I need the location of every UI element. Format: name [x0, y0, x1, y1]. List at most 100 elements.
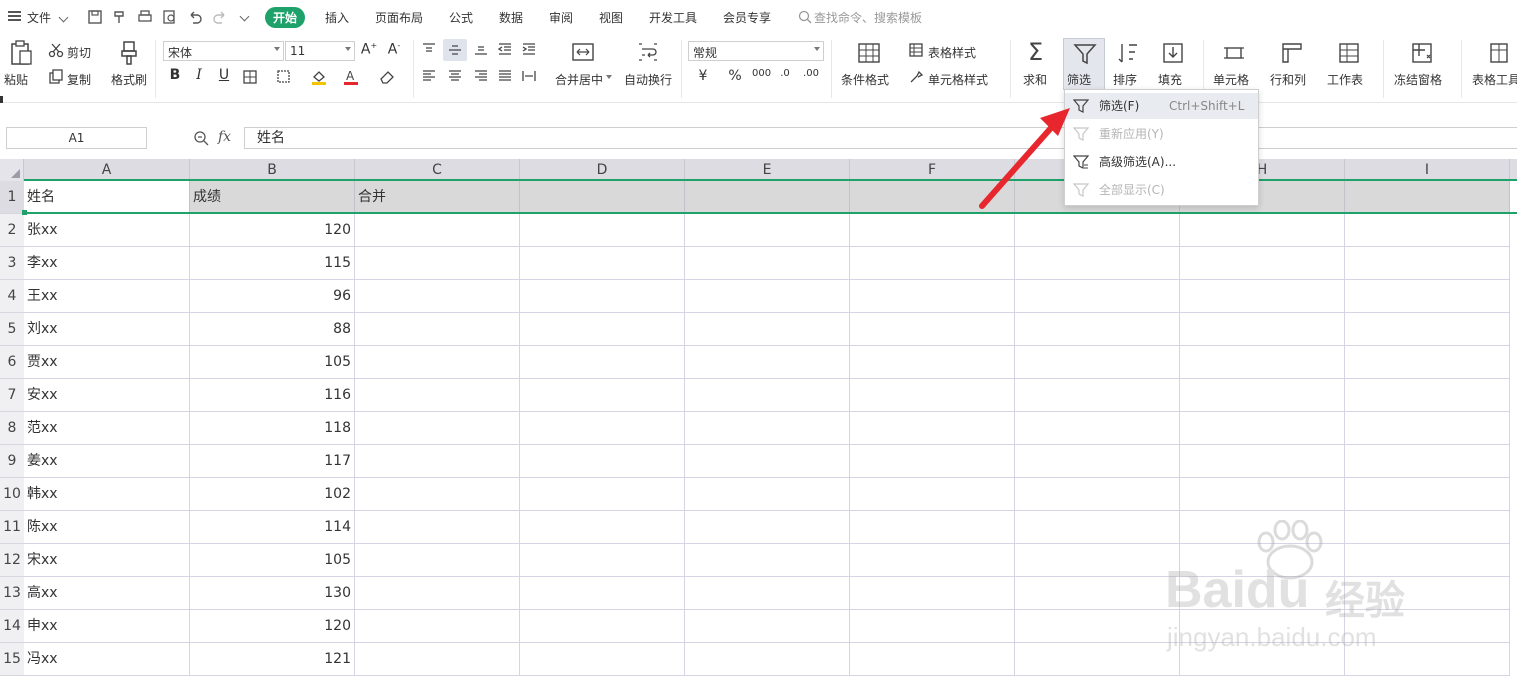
grid-cell[interactable] — [685, 610, 850, 643]
grid-cell[interactable] — [520, 280, 685, 313]
grid-cell[interactable] — [850, 181, 1015, 214]
quick-access-chevron-icon[interactable] — [239, 11, 250, 22]
row-header[interactable]: 12 — [0, 544, 24, 577]
column-header-b[interactable]: B — [190, 159, 355, 181]
increase-decimal-icon[interactable]: .0 — [776, 68, 794, 79]
grid-cell[interactable] — [850, 511, 1015, 544]
select-all-corner[interactable] — [0, 159, 24, 181]
grid-cell[interactable]: 115 — [190, 247, 355, 280]
tab-data[interactable]: 数据 — [499, 9, 523, 26]
row-header[interactable]: 2 — [0, 214, 24, 247]
grid-cell[interactable] — [520, 214, 685, 247]
sum-icon[interactable]: Σ — [1028, 38, 1043, 66]
grid-cell[interactable] — [850, 247, 1015, 280]
grid-cell[interactable]: 冯xx — [24, 643, 190, 676]
grid-cell[interactable] — [685, 280, 850, 313]
grid-cell[interactable] — [685, 313, 850, 346]
grid-cell[interactable] — [1345, 445, 1510, 478]
row-header[interactable]: 3 — [0, 247, 24, 280]
format-painter-quick-icon[interactable] — [112, 9, 128, 25]
grid-cell[interactable] — [355, 544, 520, 577]
cell-style-icon[interactable] — [908, 69, 924, 85]
grid-cell[interactable] — [1345, 379, 1510, 412]
grid-cell[interactable] — [355, 313, 520, 346]
table-tools-button[interactable]: 表格工具 — [1472, 71, 1517, 88]
grid-cell[interactable]: 姜xx — [24, 445, 190, 478]
row-header[interactable]: 13 — [0, 577, 24, 610]
grid-cell[interactable] — [355, 280, 520, 313]
grid-cell[interactable] — [1015, 577, 1180, 610]
grid-cell[interactable]: 陈xx — [24, 511, 190, 544]
grid-cell[interactable] — [1180, 346, 1345, 379]
tab-home[interactable]: 开始 — [265, 7, 306, 28]
currency-icon[interactable]: ¥ — [694, 68, 712, 84]
grid-cell[interactable] — [355, 610, 520, 643]
grid-cell[interactable] — [520, 412, 685, 445]
increase-font-icon[interactable]: A+ — [360, 41, 378, 58]
grid-cell[interactable] — [355, 577, 520, 610]
chevron-down-icon[interactable] — [58, 12, 69, 23]
tab-formulas[interactable]: 公式 — [449, 9, 473, 26]
command-search-input[interactable]: 查找命令、搜索模板 — [814, 9, 922, 26]
grid-cell[interactable] — [685, 544, 850, 577]
menu-item-filter[interactable]: 筛选(F) Ctrl+Shift+L — [1065, 93, 1258, 119]
merge-center-icon[interactable] — [571, 41, 595, 63]
format-painter-button[interactable]: 格式刷 — [111, 71, 147, 88]
row-header[interactable]: 6 — [0, 346, 24, 379]
grid-cell[interactable] — [1015, 379, 1180, 412]
grid-cell[interactable]: 130 — [190, 577, 355, 610]
column-header-a[interactable]: A — [24, 159, 190, 181]
grid-cell[interactable] — [850, 313, 1015, 346]
grid-cell[interactable] — [1345, 181, 1510, 214]
grid-cell[interactable] — [1180, 379, 1345, 412]
file-menu[interactable]: 文件 — [27, 9, 51, 26]
cell-icon[interactable] — [1222, 41, 1246, 65]
percent-icon[interactable]: % — [726, 68, 744, 84]
underline-icon[interactable]: U — [215, 67, 233, 83]
column-header-f[interactable]: F — [850, 159, 1015, 181]
name-box[interactable]: A1 — [6, 127, 147, 149]
sum-button[interactable]: 求和 — [1023, 71, 1047, 88]
grid-cell[interactable] — [520, 544, 685, 577]
grid-cell[interactable] — [685, 346, 850, 379]
grid-cell[interactable] — [1180, 445, 1345, 478]
grid-cell[interactable] — [1180, 313, 1345, 346]
worksheet-button[interactable]: 工作表 — [1327, 71, 1363, 88]
grid-cell[interactable]: 李xx — [24, 247, 190, 280]
column-header-i[interactable]: I — [1345, 159, 1510, 181]
cut-button[interactable]: 剪切 — [67, 44, 91, 61]
grid-cell[interactable] — [1180, 247, 1345, 280]
align-bottom-icon[interactable] — [473, 42, 489, 56]
distributed-icon[interactable] — [521, 69, 537, 83]
grid-cell[interactable] — [685, 445, 850, 478]
sort-button[interactable]: 排序 — [1113, 71, 1137, 88]
grid-cell[interactable] — [520, 511, 685, 544]
fill-color-icon[interactable] — [310, 68, 328, 86]
grid-cell[interactable] — [850, 280, 1015, 313]
grid-cell[interactable] — [520, 445, 685, 478]
grid-cell[interactable] — [1015, 610, 1180, 643]
cell-style-button[interactable]: 单元格样式 — [928, 71, 988, 88]
grid-cell[interactable] — [1180, 412, 1345, 445]
menu-item-show-all[interactable]: 全部显示(C) — [1065, 177, 1258, 203]
grid-cell[interactable]: 成绩 — [190, 181, 355, 214]
grid-cell[interactable]: 高xx — [24, 577, 190, 610]
grid-cell[interactable] — [1345, 313, 1510, 346]
grid-cell[interactable] — [355, 445, 520, 478]
grid-cell[interactable] — [685, 247, 850, 280]
grid-cell[interactable] — [1015, 280, 1180, 313]
grid-cell[interactable] — [1345, 412, 1510, 445]
grid-cell[interactable] — [520, 643, 685, 676]
grid-cell[interactable] — [1345, 247, 1510, 280]
chevron-down-icon[interactable] — [606, 75, 612, 79]
grid-cell[interactable]: 96 — [190, 280, 355, 313]
grid-cell[interactable] — [1345, 280, 1510, 313]
grid-cell[interactable] — [355, 511, 520, 544]
grid-cell[interactable] — [520, 313, 685, 346]
cell-button[interactable]: 单元格 — [1213, 71, 1249, 88]
grid-cell[interactable] — [355, 643, 520, 676]
grid-cell[interactable]: 范xx — [24, 412, 190, 445]
grid-cell[interactable] — [850, 610, 1015, 643]
print-icon[interactable] — [137, 9, 153, 25]
grid-cell[interactable] — [355, 379, 520, 412]
